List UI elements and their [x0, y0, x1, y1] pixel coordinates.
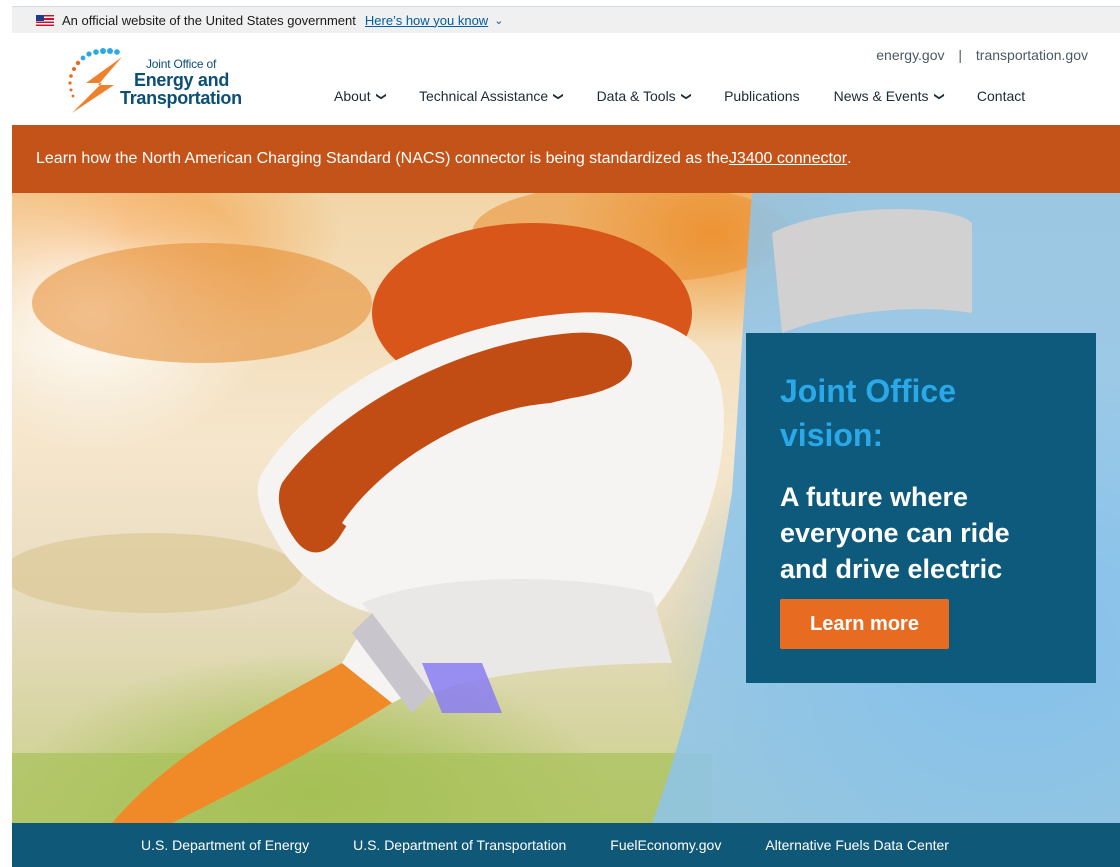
- logo-line-1: Joint Office of: [146, 57, 217, 71]
- footer-link-dot[interactable]: U.S. Department of Transportation: [353, 837, 566, 853]
- learn-more-button[interactable]: Learn more: [780, 599, 949, 649]
- site-header: Joint Office of Energy and Transportatio…: [12, 33, 1120, 125]
- vision-title: Joint Office vision:: [780, 373, 957, 453]
- vision-panel: Joint Office vision: A future where ever…: [746, 333, 1096, 683]
- alert-text: Learn how the North American Charging St…: [36, 150, 729, 167]
- transportation-gov-link[interactable]: transportation.gov: [976, 47, 1088, 63]
- nav-item-label: Contact: [976, 88, 1026, 104]
- main-nav: About ❯ Technical Assistance ❯ Data & To…: [334, 88, 1025, 104]
- nav-item-label: News & Events: [833, 88, 929, 104]
- footer-links-bar: U.S. Department of Energy U.S. Departmen…: [12, 823, 1120, 867]
- nacs-alert-banner: Learn how the North American Charging St…: [12, 125, 1120, 193]
- page: An official website of the United States…: [12, 0, 1120, 867]
- nav-item-about[interactable]: About ❯: [334, 88, 387, 104]
- chevron-down-icon: ❯: [933, 91, 945, 101]
- nav-item-contact[interactable]: Contact: [977, 88, 1025, 104]
- logo-line-2: Energy and: [134, 70, 230, 90]
- lightning-bolt-logo-icon: [68, 48, 122, 113]
- chevron-down-icon: ❯: [375, 91, 387, 101]
- utility-separator: |: [958, 47, 963, 63]
- how-you-know-link[interactable]: Here’s how you know: [365, 13, 488, 28]
- nav-item-label: Data & Tools: [596, 88, 676, 104]
- chevron-down-icon: ❯: [552, 91, 564, 101]
- gov-banner: An official website of the United States…: [12, 6, 1120, 33]
- footer-link-fueleconomy[interactable]: FuelEconomy.gov: [610, 837, 721, 853]
- utility-links: energy.gov | transportation.gov: [876, 47, 1088, 63]
- energy-gov-link[interactable]: energy.gov: [876, 47, 944, 63]
- nav-item-news-events[interactable]: News & Events ❯: [833, 88, 945, 104]
- nav-item-label: Technical Assistance: [418, 88, 549, 104]
- footer-link-doe[interactable]: U.S. Department of Energy: [141, 837, 309, 853]
- nav-item-technical-assistance[interactable]: Technical Assistance ❯: [418, 88, 564, 104]
- alert-suffix: .: [847, 150, 852, 167]
- logo-line-3: Transportation: [120, 88, 242, 108]
- gov-banner-text: An official website of the United States…: [62, 12, 356, 28]
- nav-item-publications[interactable]: Publications: [724, 88, 800, 104]
- logo-wordmark: Joint Office of Energy and Transportatio…: [120, 57, 242, 107]
- site-logo[interactable]: Joint Office of Energy and Transportatio…: [50, 39, 260, 119]
- us-flag-icon: [36, 14, 54, 26]
- chevron-down-icon[interactable]: ⌄: [494, 14, 503, 27]
- footer-link-afdc[interactable]: Alternative Fuels Data Center: [765, 837, 949, 853]
- nav-item-label: About: [334, 88, 371, 104]
- nav-item-data-tools[interactable]: Data & Tools ❯: [596, 88, 692, 104]
- vision-body: A future where everyone can ride and dri…: [780, 482, 1010, 584]
- j3400-connector-link[interactable]: J3400 connector: [729, 150, 847, 168]
- nav-item-label: Publications: [724, 88, 800, 104]
- chevron-down-icon: ❯: [680, 91, 692, 101]
- hero-section: Joint Office vision: A future where ever…: [12, 193, 1120, 823]
